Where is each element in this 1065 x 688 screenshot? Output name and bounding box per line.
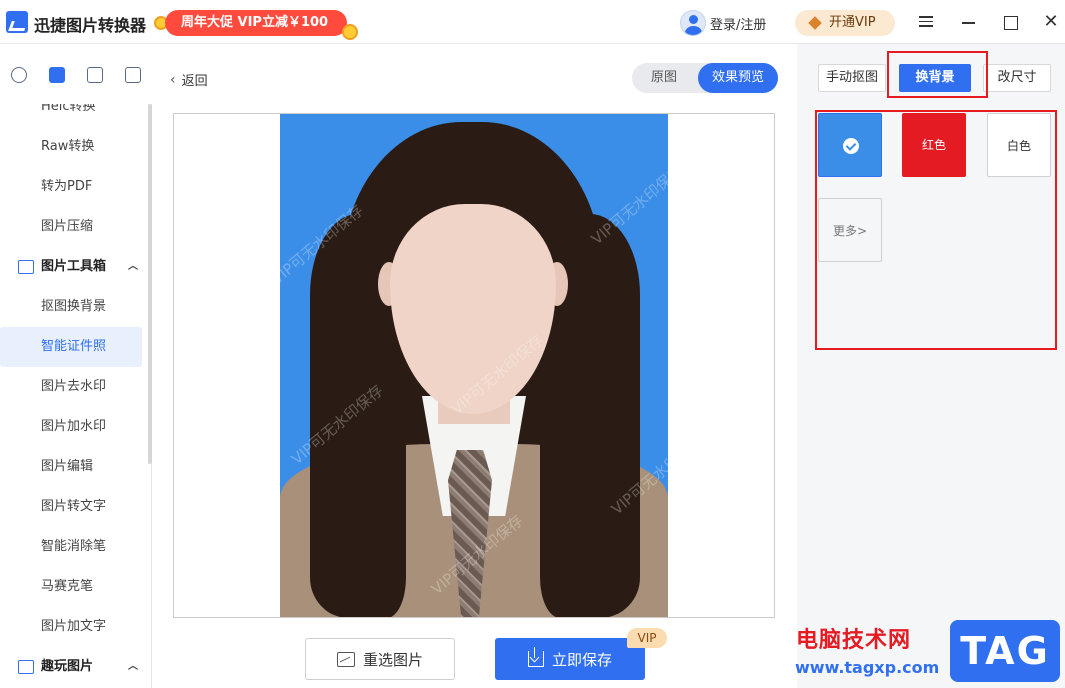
avatar-icon: [680, 10, 706, 36]
toolbox-icon: [18, 260, 34, 274]
sidebar-item-eraser[interactable]: 智能消除笔: [0, 527, 142, 567]
sidebar-item-add-text[interactable]: 图片加文字: [0, 607, 142, 647]
sidebar-item-id-photo[interactable]: 智能证件照: [0, 327, 142, 367]
site-watermark-title: 电脑技术网: [796, 628, 912, 653]
rail-toolbox-icon[interactable]: [38, 44, 76, 104]
reselect-label: 重选图片: [362, 650, 423, 669]
sidebar-item-remove-watermark[interactable]: 图片去水印: [0, 367, 142, 407]
sidebar-group-fun[interactable]: 趣玩图片 ︿: [0, 647, 150, 687]
open-vip-button[interactable]: 开通VIP: [795, 10, 895, 36]
sidebar-item-ocr[interactable]: 图片转文字: [0, 487, 142, 527]
minimize-icon[interactable]: [960, 13, 978, 31]
tab-manual-cutout[interactable]: 手动抠图: [818, 64, 886, 92]
group-label: 趣玩图片: [41, 659, 94, 674]
sidebar-item-cutout[interactable]: 抠图换背景: [0, 287, 142, 327]
preview-canvas: VIP可无水印保存 VIP可无水印保存 VIP可无水印保存 VIP可无水印保存 …: [173, 113, 775, 618]
title-bar: 迅捷图片转换器 周年大促 VIP立减￥100 登录/注册 开通VIP ✕: [0, 0, 1065, 44]
reselect-image-button[interactable]: 重选图片: [305, 638, 455, 680]
open-vip-label: 开通VIP: [829, 15, 876, 30]
fun-image-icon: [18, 660, 34, 674]
app-window: 迅捷图片转换器 周年大促 VIP立减￥100 登录/注册 开通VIP ✕ Hei…: [0, 0, 1065, 688]
vip-badge: VIP: [627, 628, 667, 648]
id-photo-image: VIP可无水印保存 VIP可无水印保存 VIP可无水印保存 VIP可无水印保存 …: [280, 114, 668, 617]
sidebar-item-mosaic[interactable]: 马赛克笔: [0, 567, 142, 607]
rail-image-icon[interactable]: [76, 44, 114, 104]
save-now-button[interactable]: 立即保存: [495, 638, 645, 680]
tab-resize[interactable]: 改尺寸: [983, 64, 1051, 92]
close-icon[interactable]: ✕: [1042, 13, 1060, 31]
image-icon: [336, 651, 355, 667]
toggle-original[interactable]: 原图: [632, 63, 696, 93]
category-rail: [0, 44, 152, 104]
save-label: 立即保存: [551, 650, 612, 669]
sidebar-item-compress[interactable]: 图片压缩: [0, 207, 142, 247]
login-button[interactable]: 登录/注册: [680, 10, 766, 36]
rail-check-icon[interactable]: [114, 44, 152, 104]
highlight-box: [887, 51, 988, 98]
back-button[interactable]: ‹ 返回: [170, 70, 208, 90]
coin-icon: [342, 24, 358, 40]
watermark-text: VIP可无水印保存: [587, 161, 668, 249]
promo-banner[interactable]: 周年大促 VIP立减￥100: [165, 10, 347, 36]
toggle-preview[interactable]: 效果预览: [698, 63, 778, 93]
app-logo-icon: [6, 11, 28, 33]
sidebar-group-toolbox[interactable]: 图片工具箱 ︿: [0, 247, 150, 287]
rail-convert-icon[interactable]: [0, 44, 38, 104]
highlight-box: [815, 110, 1057, 350]
back-label: 返回: [181, 74, 208, 89]
maximize-icon[interactable]: [1001, 13, 1019, 31]
app-title: 迅捷图片转换器: [34, 16, 147, 35]
view-toggle: 原图 效果预览: [632, 63, 778, 93]
login-label: 登录/注册: [710, 17, 767, 33]
sidebar-item-edit[interactable]: 图片编辑: [0, 447, 142, 487]
download-icon: [527, 647, 544, 667]
diamond-icon: [808, 16, 822, 30]
chevron-left-icon: ‹: [170, 71, 176, 88]
menu-icon[interactable]: [917, 13, 935, 31]
group-label: 图片工具箱: [41, 259, 107, 274]
sidebar-item-add-watermark[interactable]: 图片加水印: [0, 407, 142, 447]
chevron-up-icon: ︿: [128, 261, 138, 272]
chevron-up-icon: ︿: [128, 661, 138, 672]
site-watermark-url: www.tagxp.com: [795, 658, 940, 677]
sidebar-item-raw[interactable]: Raw转换: [0, 127, 142, 167]
sidebar-item-heic[interactable]: Heic转换: [0, 104, 142, 127]
sidebar-scrollbar[interactable]: [148, 104, 152, 464]
sidebar-item-pdf[interactable]: 转为PDF: [0, 167, 142, 207]
tag-logo: TAG: [950, 620, 1060, 682]
sidebar: Heic转换 Raw转换 转为PDF 图片压缩 图片工具箱 ︿ 抠图换背景 智能…: [0, 104, 152, 688]
